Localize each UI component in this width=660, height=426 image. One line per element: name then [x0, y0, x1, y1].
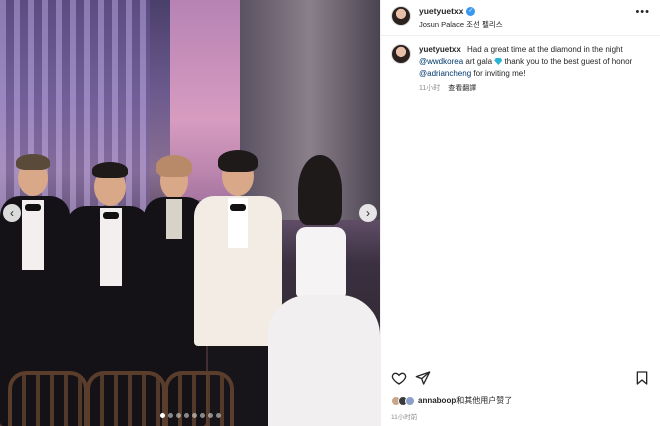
mention-link[interactable]: @adriancheng	[419, 69, 471, 78]
carousel-dot	[175, 413, 181, 418]
avatar[interactable]	[391, 6, 411, 26]
avatar[interactable]	[391, 44, 411, 64]
carousel-dot	[199, 413, 205, 418]
bookmark-icon	[636, 371, 648, 385]
carousel-dot	[191, 413, 197, 418]
caption-text: Had a great time at the diamond in the n…	[467, 45, 623, 54]
carousel-dot	[167, 413, 173, 418]
post-author: yuetyuetxx ✓	[419, 6, 635, 16]
liker-avatar	[405, 395, 415, 406]
verified-badge-icon: ✓	[466, 6, 476, 16]
caption-timestamp: 11小时	[419, 85, 441, 92]
location-link[interactable]: Josun Palace 조선 펠리스	[419, 19, 635, 30]
post-side-panel: yuetyuetxx ✓ Josun Palace 조선 펠리스 ••• yue…	[380, 0, 660, 426]
gem-emoji-icon	[494, 58, 503, 65]
likes-summary: annaboop和其他用户赞了	[391, 395, 512, 406]
post-header: yuetyuetxx ✓ Josun Palace 조선 펠리스 •••	[381, 0, 660, 36]
action-bar	[391, 370, 650, 386]
mention-link[interactable]: @wwdkorea	[419, 57, 463, 66]
post-photo[interactable]: ‹ ›	[0, 0, 380, 426]
likes-text[interactable]: annaboop和其他用户赞了	[418, 395, 512, 406]
more-options-icon[interactable]: •••	[635, 6, 650, 18]
username-link[interactable]: yuetyuetxx	[419, 6, 463, 16]
caption-text: thank you to the best guest of honor	[504, 57, 633, 66]
person-5	[268, 155, 380, 426]
carousel-dot	[215, 413, 221, 418]
chevron-right-icon: ›	[366, 206, 370, 220]
carousel-prev-button[interactable]: ‹	[3, 204, 21, 222]
carousel-indicator	[0, 413, 380, 418]
save-button[interactable]	[634, 370, 650, 386]
carousel-next-button[interactable]: ›	[359, 204, 377, 222]
caption: yuetyuetxx Had a great time at the diamo…	[419, 44, 649, 95]
caption-meta: 11小时 查看翻譯	[419, 83, 649, 95]
share-button[interactable]	[415, 370, 431, 386]
likes-suffix: 和其他用户赞了	[456, 396, 513, 405]
carousel-dot	[207, 413, 213, 418]
post-header-text: yuetyuetxx ✓ Josun Palace 조선 펠리스	[419, 6, 635, 30]
caption-username[interactable]: yuetyuetxx	[419, 45, 461, 54]
caption-text: for inviting me!	[473, 69, 526, 78]
liker-username[interactable]: annaboop	[418, 396, 456, 405]
heart-icon	[391, 372, 407, 385]
share-icon	[415, 371, 431, 385]
translate-link[interactable]: 查看翻譯	[448, 85, 476, 92]
post-timestamp: 11小时前	[391, 414, 418, 421]
caption-block: yuetyuetxx Had a great time at the diamo…	[381, 36, 660, 103]
carousel-dot	[159, 413, 165, 418]
chevron-left-icon: ‹	[10, 206, 14, 220]
like-button[interactable]	[391, 370, 407, 386]
caption-text: art gala	[465, 57, 493, 66]
carousel-dot	[183, 413, 189, 418]
